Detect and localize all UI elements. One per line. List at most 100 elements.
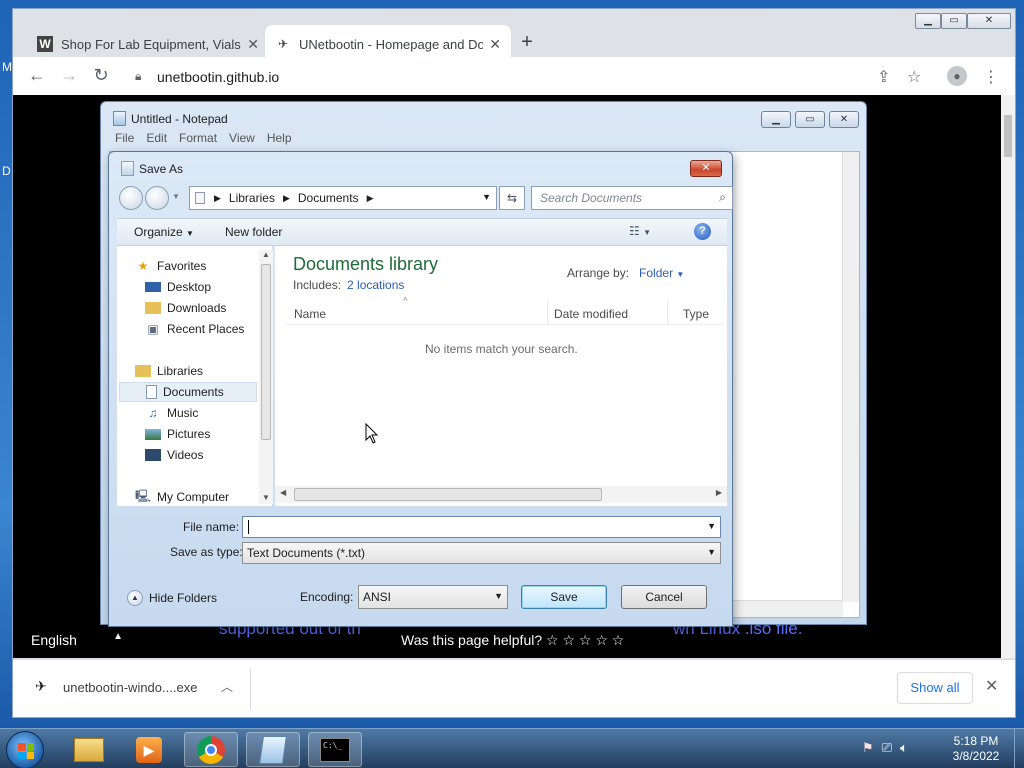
tab-close-icon[interactable]: ✕ bbox=[247, 36, 259, 53]
chevron-up-icon[interactable]: ︿ bbox=[221, 678, 233, 695]
file-list-horizontal-scrollbar[interactable]: ◀ ▶ bbox=[275, 486, 727, 503]
profile-avatar-icon[interactable]: ● bbox=[947, 66, 967, 86]
column-divider[interactable] bbox=[547, 301, 548, 325]
window-close-button[interactable]: ✕ bbox=[967, 13, 1011, 29]
minimize-button[interactable]: ▁ bbox=[915, 13, 941, 29]
network-icon[interactable]: ⎚ bbox=[882, 740, 892, 756]
clock[interactable]: 5:18 PM 3/8/2022 bbox=[944, 734, 1008, 764]
nav-scrollbar[interactable]: ▲ ▼ bbox=[259, 250, 273, 504]
download-filename[interactable]: unetbootin-windo....exe bbox=[63, 680, 197, 695]
hide-folders-button[interactable]: ▲ Hide Folders bbox=[127, 590, 217, 606]
taskbar-notepad[interactable] bbox=[246, 732, 300, 767]
download-bar: ✈ unetbootin-windo....exe ︿ Show all ✕ bbox=[13, 659, 1015, 717]
more-menu-icon[interactable]: ⋮ bbox=[983, 67, 999, 87]
forward-arrow-icon[interactable]: → bbox=[59, 66, 79, 84]
breadcrumb-separator-icon: ▶ bbox=[214, 192, 221, 203]
save-as-type-select[interactable]: Text Documents (*.txt) ▼ bbox=[242, 542, 721, 564]
dialog-icon bbox=[121, 161, 134, 176]
scroll-down-icon[interactable]: ▼ bbox=[262, 493, 270, 502]
nav-label: My Computer bbox=[157, 490, 230, 504]
nav-libraries[interactable]: Libraries bbox=[135, 361, 275, 381]
column-type[interactable]: Type bbox=[683, 307, 709, 321]
notepad-close-button[interactable]: ✕ bbox=[829, 111, 859, 128]
taskbar-media-player[interactable]: ▶ bbox=[122, 732, 176, 767]
column-name[interactable]: Name bbox=[294, 307, 326, 321]
show-desktop-button[interactable] bbox=[1014, 729, 1024, 768]
organize-button[interactable]: Organize ▼ bbox=[134, 225, 194, 239]
cancel-button[interactable]: Cancel bbox=[621, 585, 707, 609]
libraries-icon bbox=[135, 365, 151, 377]
language-selector[interactable]: English ▲ bbox=[15, 622, 133, 656]
column-date-modified[interactable]: Date modified bbox=[554, 307, 628, 321]
show-all-downloads-button[interactable]: Show all bbox=[897, 672, 973, 704]
menu-help[interactable]: Help bbox=[267, 131, 292, 151]
taskbar-chrome[interactable] bbox=[184, 732, 238, 767]
notepad-minimize-button[interactable]: ▁ bbox=[761, 111, 791, 128]
scrollbar-thumb[interactable] bbox=[294, 488, 602, 501]
menu-file[interactable]: File bbox=[115, 131, 134, 151]
downloads-folder-icon bbox=[145, 302, 161, 314]
restore-button[interactable]: ▭ bbox=[941, 13, 967, 29]
new-folder-button[interactable]: New folder bbox=[225, 225, 282, 239]
forward-button[interactable] bbox=[145, 186, 169, 210]
notepad-vertical-scrollbar[interactable] bbox=[842, 152, 859, 602]
file-name-input[interactable]: ▼ bbox=[242, 516, 721, 538]
nav-label: Downloads bbox=[167, 301, 227, 315]
breadcrumb-documents[interactable]: Documents bbox=[298, 191, 359, 205]
chevron-down-icon[interactable]: ▼ bbox=[494, 591, 503, 601]
nav-my-computer[interactable]: 🖳︎ My Computer bbox=[135, 487, 275, 507]
taskbar-cmd[interactable]: C:\_ bbox=[308, 732, 362, 767]
refresh-button[interactable]: ⇆ bbox=[499, 186, 525, 210]
change-view-icon[interactable]: ☷ ▼ bbox=[629, 224, 651, 238]
arrange-by-dropdown[interactable]: Folder ▼ bbox=[639, 266, 684, 280]
sort-indicator-icon: ˄ bbox=[403, 295, 408, 304]
chevron-down-icon[interactable]: ▼ bbox=[707, 521, 716, 531]
bookmark-star-icon[interactable]: ☆ bbox=[907, 67, 921, 87]
nav-label: Desktop bbox=[167, 280, 212, 294]
volume-icon[interactable]: 🔈︎ bbox=[900, 740, 908, 756]
save-button[interactable]: Save bbox=[521, 585, 607, 609]
close-download-bar-icon[interactable]: ✕ bbox=[985, 676, 998, 696]
encoding-select[interactable]: ANSI ▼ bbox=[358, 585, 508, 609]
browser-toolbar: ← → ↻ 🔒︎ unetbootin.github.io ⇪ ☆ ● ⋮ bbox=[13, 57, 1015, 95]
address-bar[interactable]: unetbootin.github.io bbox=[157, 69, 279, 85]
chevron-down-icon[interactable]: ▼ bbox=[482, 192, 491, 202]
scroll-up-icon[interactable]: ▲ bbox=[262, 250, 270, 259]
help-icon[interactable]: ? bbox=[694, 223, 711, 240]
scrollbar-thumb[interactable] bbox=[261, 264, 271, 440]
column-divider[interactable] bbox=[667, 301, 668, 325]
page-helpful-bar[interactable]: Was this page helpful? ☆ ☆ ☆ ☆ ☆ bbox=[387, 627, 637, 655]
nav-favorites[interactable]: ★ Favorites bbox=[135, 256, 275, 276]
mouse-cursor-icon bbox=[365, 423, 379, 444]
save-as-type-label: Save as type: bbox=[170, 545, 243, 559]
breadcrumb[interactable]: ▶ Libraries ▶ Documents ▶ ▼ bbox=[189, 186, 497, 210]
clock-date: 3/8/2022 bbox=[952, 749, 1000, 763]
menu-view[interactable]: View bbox=[229, 131, 255, 151]
breadcrumb-libraries[interactable]: Libraries bbox=[229, 191, 275, 205]
scrollbar-thumb[interactable] bbox=[1004, 115, 1012, 157]
scroll-right-icon[interactable]: ▶ bbox=[716, 488, 722, 497]
notepad-maximize-button[interactable]: ▭ bbox=[795, 111, 825, 128]
new-tab-button[interactable]: + bbox=[513, 31, 541, 54]
tab-close-icon[interactable]: ✕ bbox=[489, 36, 501, 53]
start-button[interactable] bbox=[6, 731, 44, 768]
scroll-left-icon[interactable]: ◀ bbox=[280, 488, 286, 497]
menu-edit[interactable]: Edit bbox=[146, 131, 167, 151]
reload-icon[interactable]: ↻ bbox=[91, 66, 111, 84]
back-arrow-icon[interactable]: ← bbox=[27, 66, 47, 84]
search-input[interactable]: Search Documents ⌕ bbox=[531, 186, 733, 210]
recent-locations-icon[interactable]: ▼ bbox=[172, 192, 180, 201]
taskbar-explorer[interactable] bbox=[62, 732, 116, 767]
includes-locations-link[interactable]: 2 locations bbox=[347, 278, 404, 292]
lock-icon[interactable]: 🔒︎ bbox=[135, 69, 141, 84]
chrome-icon bbox=[197, 735, 225, 764]
nav-documents[interactable]: Documents bbox=[119, 382, 257, 402]
search-icon[interactable]: ⌕ bbox=[719, 190, 726, 205]
menu-format[interactable]: Format bbox=[179, 131, 217, 151]
dialog-close-button[interactable]: ✕ bbox=[690, 160, 722, 177]
chevron-down-icon[interactable]: ▼ bbox=[707, 547, 716, 557]
action-center-flag-icon[interactable]: ⚑ bbox=[862, 740, 874, 756]
back-button[interactable] bbox=[119, 186, 143, 210]
page-scrollbar[interactable] bbox=[1001, 95, 1015, 658]
share-icon[interactable]: ⇪ bbox=[877, 67, 890, 87]
